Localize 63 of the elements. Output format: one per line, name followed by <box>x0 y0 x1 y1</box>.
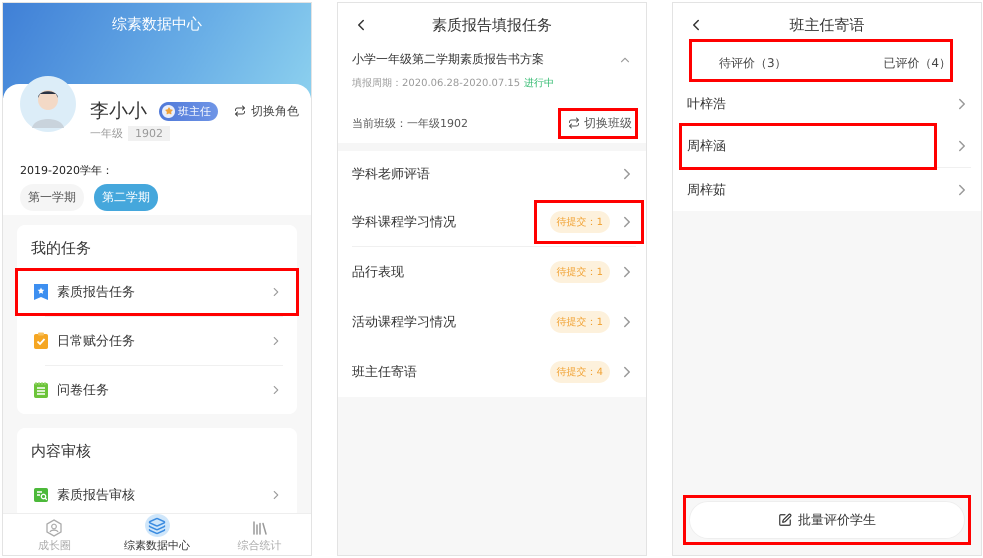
list-row[interactable]: 活动课程学习情况 待提交：1 <box>352 297 636 347</box>
student-row[interactable]: 叶梓浩 <box>687 82 971 125</box>
switch-role-link[interactable]: 切换角色 <box>234 102 299 120</box>
row-label: 学科课程学习情况 <box>352 214 457 230</box>
list-row[interactable]: 班主任寄语 待提交：4 <box>352 347 636 397</box>
status-text: 进行中 <box>524 76 554 90</box>
switch-icon <box>568 117 580 129</box>
row-label: 班主任寄语 <box>352 364 418 381</box>
clipboard-check-icon <box>33 332 49 350</box>
student-row[interactable]: 周梓涵 <box>687 125 971 168</box>
class-tag: 1902 <box>128 126 170 141</box>
student-name: 周梓涵 <box>687 138 727 155</box>
batch-evaluate-button[interactable]: 批量评价学生 <box>689 501 965 539</box>
pending-badge: 待提交：1 <box>550 311 610 333</box>
filter-tab[interactable]: 已评价（4） <box>883 55 951 72</box>
filter-tab[interactable]: 待评价（3） <box>719 55 787 72</box>
nav-label: 成长圈 <box>38 538 71 553</box>
nav-tab[interactable]: 综素数据中心 <box>106 514 208 555</box>
current-class: 当前班级：一年级1902 <box>352 116 468 131</box>
student-name: 叶梓浩 <box>687 96 727 112</box>
pending-badge: 待提交：1 <box>550 261 610 283</box>
role-badge: 班主任 <box>159 102 218 120</box>
notepad-icon <box>33 381 49 399</box>
task-row[interactable]: 日常赋分任务 <box>17 317 297 365</box>
edit-icon <box>778 513 792 527</box>
page-title: 素质报告填报任务 <box>432 16 552 34</box>
student-name: 周梓茹 <box>687 182 727 198</box>
books-icon <box>250 519 269 537</box>
user-hexagon-icon <box>45 519 64 537</box>
avatar <box>20 76 76 132</box>
term-tab[interactable]: 第一学期 <box>20 184 84 211</box>
list-row[interactable]: 学科老师评语 <box>352 151 636 197</box>
document-search-icon <box>33 486 49 504</box>
task-label: 问卷任务 <box>57 382 110 399</box>
row-label: 学科老师评语 <box>352 166 431 183</box>
school-year-label: 2019-2020学年： <box>20 163 114 178</box>
period-text: 填报周期：2020.06.28-2020.07.15 <box>352 76 520 90</box>
layers-icon <box>148 516 166 534</box>
row-label: 活动课程学习情况 <box>352 314 457 331</box>
app-title: 综素数据中心 <box>112 15 202 35</box>
switch-icon <box>234 105 246 117</box>
card-title: 内容审核 <box>30 441 92 462</box>
row-label: 品行表现 <box>352 264 405 281</box>
nav-label: 综合统计 <box>238 538 282 553</box>
switch-class-button[interactable]: 切换班级 <box>568 114 632 132</box>
task-row[interactable]: 素质报告任务 <box>17 268 297 316</box>
student-row[interactable]: 周梓茹 <box>687 168 971 211</box>
star-icon <box>164 107 172 115</box>
plan-name: 小学一年级第二学期素质报告书方案 <box>352 51 544 68</box>
task-label: 素质报告审核 <box>57 487 136 504</box>
task-row[interactable]: 素质报告审核 <box>17 471 297 513</box>
pending-badge: 待提交：1 <box>550 210 610 232</box>
card-title: 我的任务 <box>30 238 92 259</box>
list-row[interactable]: 品行表现 待提交：1 <box>352 247 636 297</box>
grade-label: 一年级 <box>90 126 123 141</box>
page-title: 班主任寄语 <box>790 16 864 34</box>
nav-label: 综素数据中心 <box>124 538 190 553</box>
task-row[interactable]: 问卷任务 <box>17 366 297 414</box>
task-label: 日常赋分任务 <box>57 333 136 350</box>
pending-badge: 待提交：4 <box>550 361 610 383</box>
task-label: 素质报告任务 <box>57 284 136 301</box>
ribbon-star-icon <box>33 283 49 301</box>
user-name: 李小小 <box>90 99 147 124</box>
